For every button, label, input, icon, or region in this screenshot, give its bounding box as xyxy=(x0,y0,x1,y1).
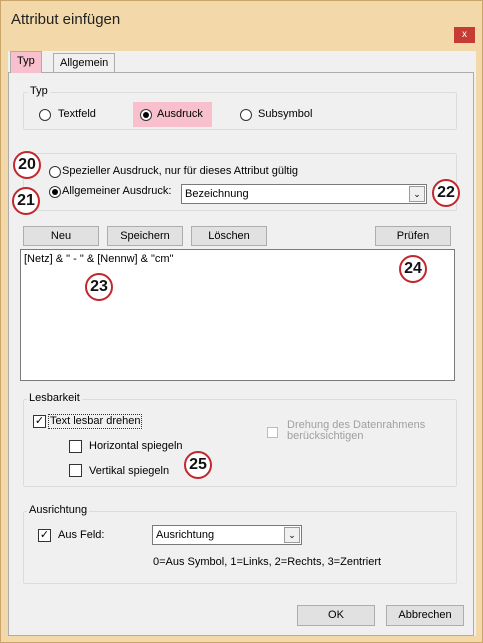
ausrichtung-group xyxy=(23,511,457,584)
typ-group-label: Typ xyxy=(28,85,50,97)
expression-text: [Netz] & " - " & [Nennw] & "cm" xyxy=(24,253,174,265)
radio-textfeld-label: Textfeld xyxy=(58,108,96,120)
general-expression-value: Bezeichnung xyxy=(185,188,249,200)
callout-25: 25 xyxy=(184,451,212,479)
chevron-down-icon[interactable]: ⌄ xyxy=(409,186,425,202)
radio-special-expression[interactable] xyxy=(49,166,61,178)
close-button[interactable]: x xyxy=(454,27,475,43)
mirror-vertical-checkbox[interactable] xyxy=(69,464,82,477)
ausrichtung-group-label: Ausrichtung xyxy=(27,504,90,516)
lesbarkeit-group-label: Lesbarkeit xyxy=(27,392,82,404)
chevron-down-icon[interactable]: ⌄ xyxy=(284,527,300,543)
delete-button[interactable]: Löschen xyxy=(191,226,267,246)
radio-subsymbol[interactable] xyxy=(240,109,252,121)
dialog-client: Typ Allgemein Typ Textfeld Ausdruck Subs… xyxy=(8,51,476,636)
from-field-label: Aus Feld: xyxy=(58,529,105,541)
callout-24: 24 xyxy=(399,255,427,283)
radio-ausdruck[interactable] xyxy=(140,109,152,121)
tab-panel-typ: Typ Textfeld Ausdruck Subsymbol Speziell… xyxy=(8,72,474,636)
radio-subsymbol-label: Subsymbol xyxy=(258,108,313,120)
ok-button[interactable]: OK xyxy=(297,605,375,626)
from-field-checkbox[interactable]: ✓ xyxy=(38,529,51,542)
frame-rotation-checkbox[interactable] xyxy=(267,427,278,438)
tab-allgemein[interactable]: Allgemein xyxy=(53,53,116,73)
mirror-vertical-label: Vertikal spiegeln xyxy=(89,465,170,477)
save-button[interactable]: Speichern xyxy=(107,226,183,246)
cancel-button[interactable]: Abbrechen xyxy=(386,605,464,626)
radio-textfeld[interactable] xyxy=(39,109,51,121)
general-expression-select[interactable]: Bezeichnung ⌄ xyxy=(181,184,427,204)
new-button[interactable]: Neu xyxy=(23,226,99,246)
callout-23: 23 xyxy=(85,273,113,301)
rotate-readable-checkbox[interactable]: ✓ xyxy=(33,415,46,428)
radio-special-expression-label: Spezieller Ausdruck, nur für dieses Attr… xyxy=(62,165,299,177)
radio-general-expression-label: Allgemeiner Ausdruck: xyxy=(62,185,172,197)
callout-22: 22 xyxy=(432,179,460,207)
mirror-horizontal-checkbox[interactable] xyxy=(69,440,82,453)
rotate-readable-label: Text lesbar drehen xyxy=(50,415,141,427)
radio-ausdruck-label: Ausdruck xyxy=(157,108,203,120)
frame-rotation-label-line2: berücksichtigen xyxy=(287,430,364,442)
check-button[interactable]: Prüfen xyxy=(375,226,451,246)
alignment-hint: 0=Aus Symbol, 1=Links, 2=Rechts, 3=Zentr… xyxy=(153,556,382,568)
tab-typ[interactable]: Typ xyxy=(10,51,42,73)
expression-textarea[interactable]: [Netz] & " - " & [Nennw] & "cm" xyxy=(20,249,455,381)
close-icon: x xyxy=(462,29,467,40)
check-icon: ✓ xyxy=(39,529,50,541)
alignment-field-value: Ausrichtung xyxy=(156,529,215,541)
radio-general-expression[interactable] xyxy=(49,186,61,198)
alignment-field-select[interactable]: Ausrichtung ⌄ xyxy=(152,525,302,545)
check-icon: ✓ xyxy=(34,415,45,427)
dialog-window: Attribut einfügen x Typ Allgemein Typ Te… xyxy=(0,0,483,643)
window-title: Attribut einfügen xyxy=(11,11,121,28)
title-bar: Attribut einfügen x xyxy=(1,1,482,45)
callout-21: 21 xyxy=(12,187,40,215)
callout-20: 20 xyxy=(13,151,41,179)
mirror-horizontal-label: Horizontal spiegeln xyxy=(89,440,183,452)
